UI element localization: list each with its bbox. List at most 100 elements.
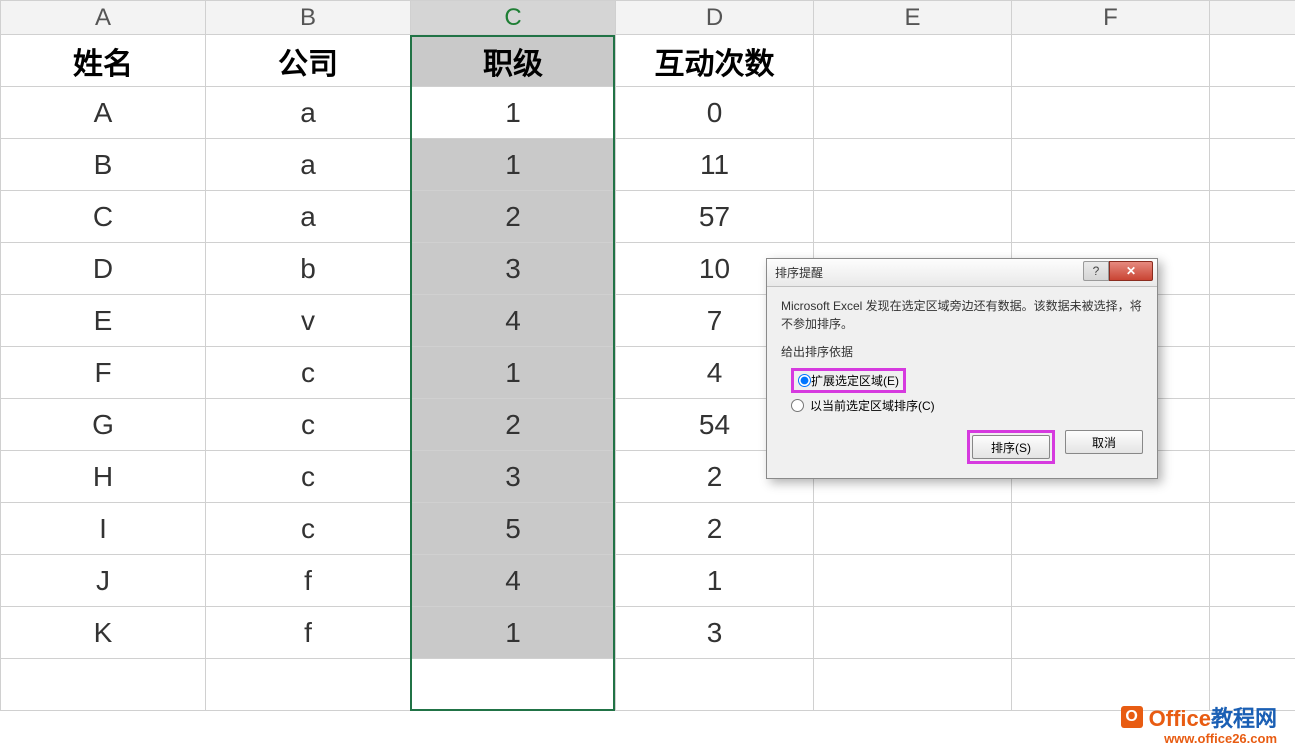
cell[interactable] xyxy=(206,659,411,711)
radio-current-selection-row[interactable]: 以当前选定区域排序(C) xyxy=(781,395,1143,416)
cell[interactable] xyxy=(616,659,814,711)
cell[interactable]: D xyxy=(1,243,206,295)
cell[interactable]: 3 xyxy=(411,243,616,295)
close-button[interactable]: ✕ xyxy=(1109,261,1153,281)
cell[interactable] xyxy=(1012,139,1210,191)
cell[interactable]: 1 xyxy=(411,347,616,399)
col-header-a[interactable]: A xyxy=(1,1,206,35)
cell[interactable] xyxy=(1,659,206,711)
cell[interactable] xyxy=(1210,555,1295,607)
cell[interactable] xyxy=(1210,87,1295,139)
cell[interactable]: 0 xyxy=(616,87,814,139)
cell[interactable]: 4 xyxy=(411,555,616,607)
cell[interactable]: f xyxy=(206,607,411,659)
cell[interactable]: 3 xyxy=(616,607,814,659)
cell[interactable]: E xyxy=(1,295,206,347)
radio-current-selection[interactable] xyxy=(791,399,804,412)
cell[interactable]: a xyxy=(206,191,411,243)
cell[interactable]: 公司 xyxy=(206,35,411,87)
cell[interactable] xyxy=(1012,503,1210,555)
dialog-titlebar[interactable]: 排序提醒 ? ✕ xyxy=(767,259,1157,287)
cell[interactable] xyxy=(814,503,1012,555)
cell[interactable]: 姓名 xyxy=(1,35,206,87)
cell[interactable]: G xyxy=(1,399,206,451)
cell[interactable] xyxy=(1012,87,1210,139)
table-row: B a 1 11 xyxy=(1,139,1295,191)
cell[interactable]: 5 xyxy=(411,503,616,555)
cell[interactable] xyxy=(1012,35,1210,87)
cell[interactable] xyxy=(411,659,616,711)
cell[interactable]: 1 xyxy=(411,139,616,191)
radio-expand-selection[interactable] xyxy=(798,374,811,387)
cell[interactable]: H xyxy=(1,451,206,503)
office-icon: O xyxy=(1121,706,1143,728)
cell[interactable] xyxy=(1210,139,1295,191)
cell[interactable] xyxy=(814,659,1012,711)
cell[interactable] xyxy=(814,555,1012,607)
radio-expand-selection-row[interactable]: 扩展选定区域(E) xyxy=(781,366,1143,395)
cancel-button[interactable]: 取消 xyxy=(1065,430,1143,454)
cell[interactable]: I xyxy=(1,503,206,555)
cell[interactable]: F xyxy=(1,347,206,399)
watermark-brand-b: 教程网 xyxy=(1211,706,1277,731)
cell[interactable] xyxy=(814,139,1012,191)
cell[interactable]: B xyxy=(1,139,206,191)
active-cell[interactable]: 1 xyxy=(411,87,616,139)
cell[interactable]: a xyxy=(206,139,411,191)
cell[interactable]: b xyxy=(206,243,411,295)
col-header-d[interactable]: D xyxy=(616,1,814,35)
col-header-f[interactable]: F xyxy=(1012,1,1210,35)
cell[interactable] xyxy=(1210,347,1295,399)
cell[interactable]: C xyxy=(1,191,206,243)
cell[interactable]: 4 xyxy=(411,295,616,347)
empty-row xyxy=(1,659,1295,711)
cell[interactable]: 3 xyxy=(411,451,616,503)
table-row: I c 5 2 xyxy=(1,503,1295,555)
radio-current-label: 以当前选定区域排序(C) xyxy=(810,397,935,414)
cell[interactable] xyxy=(1012,555,1210,607)
cell[interactable]: c xyxy=(206,503,411,555)
sort-button[interactable]: 排序(S) xyxy=(972,435,1050,459)
cell[interactable]: J xyxy=(1,555,206,607)
cell[interactable]: 1 xyxy=(411,607,616,659)
close-icon: ✕ xyxy=(1126,264,1136,278)
cell[interactable] xyxy=(1210,243,1295,295)
cell[interactable]: c xyxy=(206,451,411,503)
cell[interactable]: 职级 xyxy=(411,35,616,87)
cell[interactable]: c xyxy=(206,399,411,451)
cell[interactable]: 1 xyxy=(616,555,814,607)
cell[interactable] xyxy=(1210,191,1295,243)
col-header-blank[interactable] xyxy=(1210,1,1295,35)
cell[interactable]: c xyxy=(206,347,411,399)
cell[interactable]: 57 xyxy=(616,191,814,243)
cell[interactable]: 2 xyxy=(411,399,616,451)
cell[interactable] xyxy=(814,35,1012,87)
dialog-group-label: 给出排序依据 xyxy=(781,343,1143,360)
cell[interactable] xyxy=(1012,191,1210,243)
cell[interactable]: 互动次数 xyxy=(616,35,814,87)
col-header-c[interactable]: C xyxy=(411,1,616,35)
header-row: 姓名 公司 职级 互动次数 xyxy=(1,35,1295,87)
cell[interactable]: 2 xyxy=(411,191,616,243)
cell[interactable] xyxy=(814,191,1012,243)
cell[interactable]: 2 xyxy=(616,503,814,555)
col-header-e[interactable]: E xyxy=(814,1,1012,35)
cell[interactable] xyxy=(814,87,1012,139)
cell[interactable] xyxy=(1012,607,1210,659)
cell[interactable]: a xyxy=(206,87,411,139)
cell[interactable] xyxy=(1210,399,1295,451)
help-button[interactable]: ? xyxy=(1083,261,1109,281)
cell[interactable]: f xyxy=(206,555,411,607)
cell[interactable] xyxy=(1210,503,1295,555)
cell[interactable]: 11 xyxy=(616,139,814,191)
cell[interactable] xyxy=(814,607,1012,659)
cell[interactable] xyxy=(1210,451,1295,503)
col-header-b[interactable]: B xyxy=(206,1,411,35)
cell[interactable] xyxy=(1210,35,1295,87)
cell[interactable] xyxy=(1210,607,1295,659)
cell[interactable] xyxy=(1210,295,1295,347)
cell[interactable]: v xyxy=(206,295,411,347)
dialog-message: Microsoft Excel 发现在选定区域旁边还有数据。该数据未被选择，将不… xyxy=(781,297,1143,333)
cell[interactable]: A xyxy=(1,87,206,139)
cell[interactable]: K xyxy=(1,607,206,659)
